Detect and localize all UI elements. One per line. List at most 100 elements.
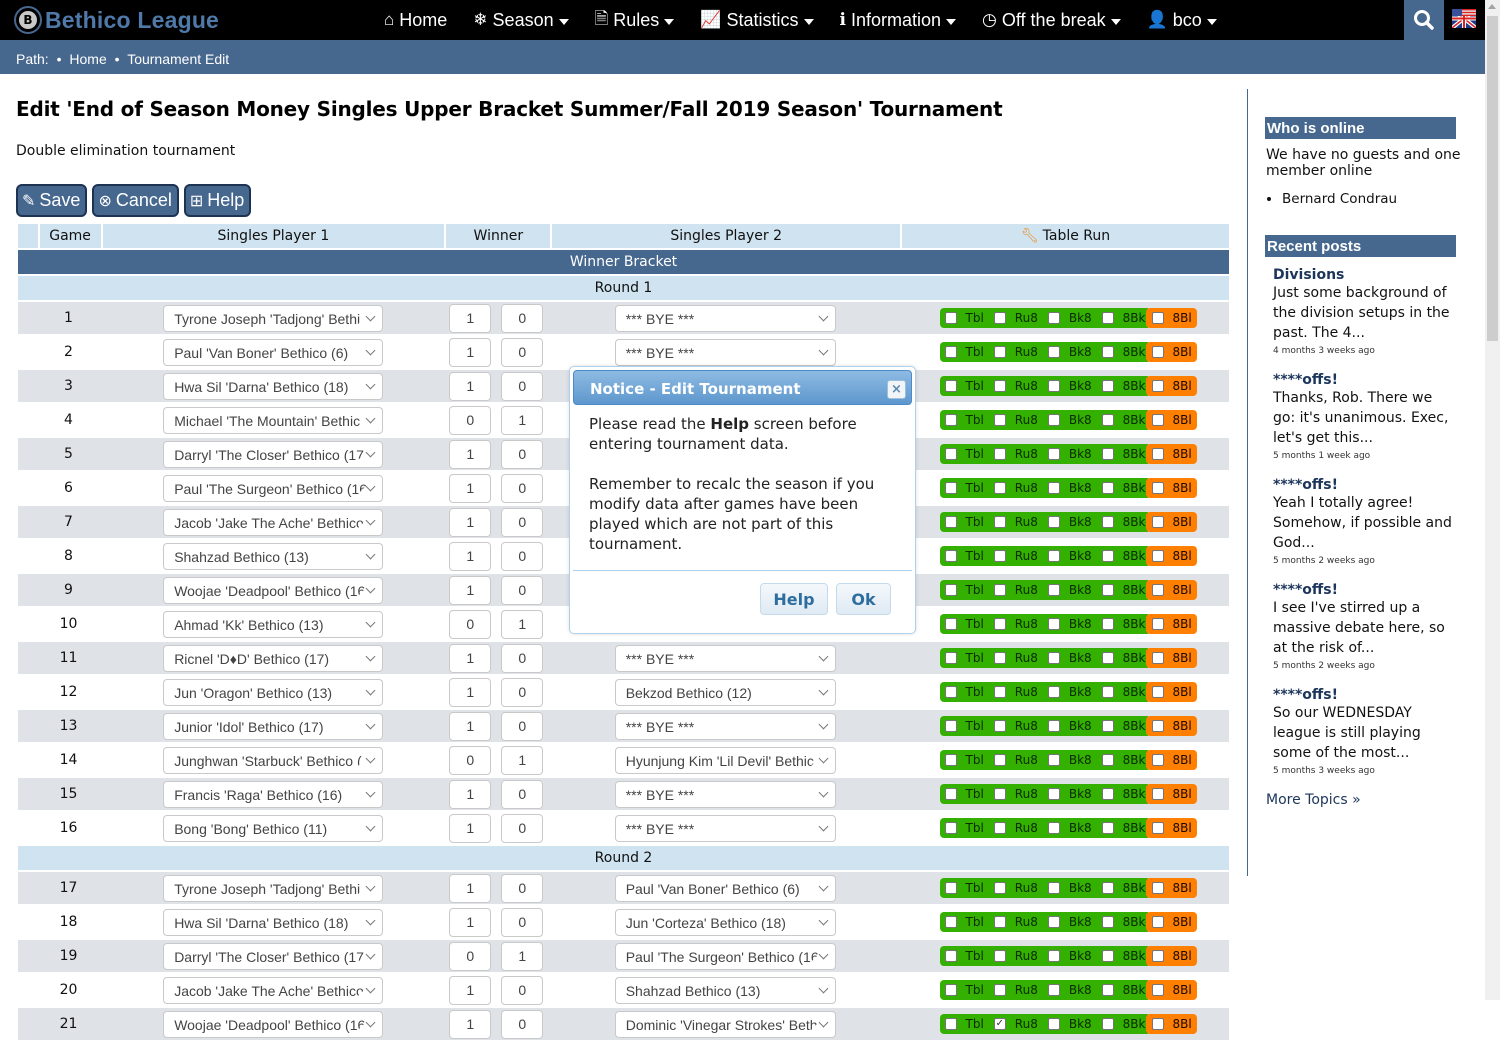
checkbox-8bk[interactable] — [1101, 380, 1114, 392]
search-button[interactable] — [1404, 0, 1444, 40]
checkbox-bk8[interactable] — [1047, 550, 1060, 562]
player2-score-input[interactable]: 0 — [501, 975, 544, 1005]
checkbox-8bk[interactable] — [1101, 720, 1114, 732]
checkbox-tbl[interactable] — [944, 882, 957, 894]
player2-score-input[interactable]: 0 — [501, 371, 544, 401]
checkbox-8bl[interactable] — [1151, 754, 1164, 766]
checkbox-ru8[interactable] — [993, 822, 1006, 834]
checkbox-8bl[interactable] — [1151, 346, 1164, 358]
player1-score-input[interactable]: 0 — [449, 941, 492, 971]
dialog-titlebar[interactable]: Notice - Edit Tournament × — [573, 370, 912, 405]
checkbox-tbl[interactable] — [944, 984, 957, 996]
player1-score-input[interactable]: 1 — [449, 711, 492, 741]
checkbox-bk8[interactable] — [1047, 754, 1060, 766]
player2-select[interactable]: Jun 'Corteza' Bethico (18) — [614, 908, 836, 936]
checkbox-ru8[interactable] — [993, 686, 1006, 698]
player1-select[interactable]: Jacob 'Jake The Ache' Bethico — [163, 976, 384, 1004]
player2-score-input[interactable]: 0 — [501, 779, 544, 809]
checkbox-tbl[interactable] — [944, 584, 957, 596]
checkbox-bk8[interactable] — [1047, 1018, 1060, 1030]
checkbox-8bk[interactable] — [1101, 822, 1114, 834]
checkbox-8bl[interactable] — [1151, 788, 1164, 800]
player2-score-input[interactable]: 0 — [501, 907, 544, 937]
player1-score-input[interactable]: 1 — [449, 643, 492, 673]
player1-score-input[interactable]: 1 — [449, 813, 492, 843]
checkbox-8bl[interactable] — [1151, 312, 1164, 324]
checkbox-8bk[interactable] — [1101, 584, 1114, 596]
checkbox-tbl[interactable] — [944, 414, 957, 426]
checkbox-8bk[interactable] — [1101, 482, 1114, 494]
player2-select[interactable]: Bekzod Bethico (12) — [614, 678, 836, 706]
checkbox-8bk[interactable] — [1101, 312, 1114, 324]
player1-score-input[interactable]: 1 — [449, 507, 492, 537]
checkbox-8bl[interactable] — [1151, 652, 1164, 664]
checkbox-8bl[interactable] — [1151, 916, 1164, 928]
player2-score-input[interactable]: 0 — [501, 575, 544, 605]
nav-item-information[interactable]: ℹ Information — [840, 10, 957, 31]
language-flag-icon[interactable] — [1452, 9, 1476, 28]
dialog-close-button[interactable]: × — [887, 380, 906, 399]
checkbox-ru8[interactable] — [993, 482, 1006, 494]
player1-score-input[interactable]: 1 — [449, 779, 492, 809]
checkbox-ru8[interactable] — [993, 720, 1006, 732]
checkbox-8bk[interactable] — [1101, 1018, 1114, 1030]
more-topics-link[interactable]: More Topics » — [1266, 792, 1467, 808]
checkbox-bk8[interactable] — [1047, 414, 1060, 426]
dialog-ok-button[interactable]: Ok — [836, 583, 891, 615]
checkbox-tbl[interactable] — [944, 1018, 957, 1030]
checkbox-8bk[interactable] — [1101, 984, 1114, 996]
checkbox-bk8[interactable] — [1047, 720, 1060, 732]
player2-score-input[interactable]: 0 — [501, 677, 544, 707]
checkbox-tbl[interactable] — [944, 652, 957, 664]
checkbox-ru8[interactable] — [993, 312, 1006, 324]
player1-score-input[interactable]: 1 — [449, 303, 492, 333]
checkbox-8bl[interactable] — [1151, 448, 1164, 460]
checkbox-tbl[interactable] — [944, 916, 957, 928]
checkbox-bk8[interactable] — [1047, 380, 1060, 392]
checkbox-8bk[interactable] — [1101, 882, 1114, 894]
nav-item-home[interactable]: ⌂ Home — [384, 10, 447, 31]
checkbox-8bk[interactable] — [1101, 652, 1114, 664]
checkbox-ru8[interactable] — [993, 414, 1006, 426]
checkbox-tbl[interactable] — [944, 516, 957, 528]
player2-score-input[interactable]: 1 — [501, 609, 544, 639]
nav-item-bco[interactable]: 👤 bco — [1147, 10, 1217, 31]
checkbox-8bl[interactable] — [1151, 380, 1164, 392]
player2-score-input[interactable]: 0 — [501, 813, 544, 843]
checkbox-tbl[interactable] — [944, 822, 957, 834]
player1-select[interactable]: Hwa Sil 'Darna' Bethico (18) — [163, 908, 384, 936]
player1-select[interactable]: Woojae 'Deadpool' Bethico (16 — [163, 576, 384, 604]
player1-select[interactable]: Bong 'Bong' Bethico (11) — [163, 814, 384, 842]
checkbox-bk8[interactable] — [1047, 950, 1060, 962]
help-button[interactable]: ⊞ Help — [183, 184, 252, 217]
checkbox-8bk[interactable] — [1101, 448, 1114, 460]
post-title[interactable]: ****offs! — [1273, 477, 1453, 493]
checkbox-bk8[interactable] — [1047, 618, 1060, 630]
player2-score-input[interactable]: 0 — [501, 711, 544, 741]
player2-score-input[interactable]: 0 — [501, 643, 544, 673]
player1-score-input[interactable]: 1 — [449, 1009, 492, 1039]
player2-select[interactable]: *** BYE *** — [614, 304, 836, 332]
scroll-up-arrow-icon[interactable] — [1488, 4, 1496, 9]
checkbox-8bl[interactable] — [1151, 686, 1164, 698]
checkbox-ru8[interactable] — [993, 788, 1006, 800]
checkbox-tbl[interactable] — [944, 380, 957, 392]
checkbox-8bl[interactable] — [1151, 618, 1164, 630]
player1-score-input[interactable]: 1 — [449, 873, 492, 903]
player2-score-input[interactable]: 1 — [501, 941, 544, 971]
checkbox-bk8[interactable] — [1047, 984, 1060, 996]
player2-select[interactable]: *** BYE *** — [614, 814, 836, 842]
post-title[interactable]: ****offs! — [1273, 372, 1453, 388]
save-button[interactable]: ✎ Save — [16, 184, 88, 217]
player2-score-input[interactable]: 1 — [501, 405, 544, 435]
player2-score-input[interactable]: 0 — [501, 507, 544, 537]
player1-select[interactable]: Tyrone Joseph 'Tadjong' Bethi — [163, 304, 384, 332]
checkbox-8bk[interactable] — [1101, 916, 1114, 928]
checkbox-8bl[interactable] — [1151, 516, 1164, 528]
checkbox-ru8[interactable] — [993, 754, 1006, 766]
player1-select[interactable]: Shahzad Bethico (13) — [163, 542, 384, 570]
checkbox-8bl[interactable] — [1151, 584, 1164, 596]
player1-score-input[interactable]: 1 — [449, 371, 492, 401]
checkbox-tbl[interactable] — [944, 618, 957, 630]
checkbox-8bk[interactable] — [1101, 686, 1114, 698]
